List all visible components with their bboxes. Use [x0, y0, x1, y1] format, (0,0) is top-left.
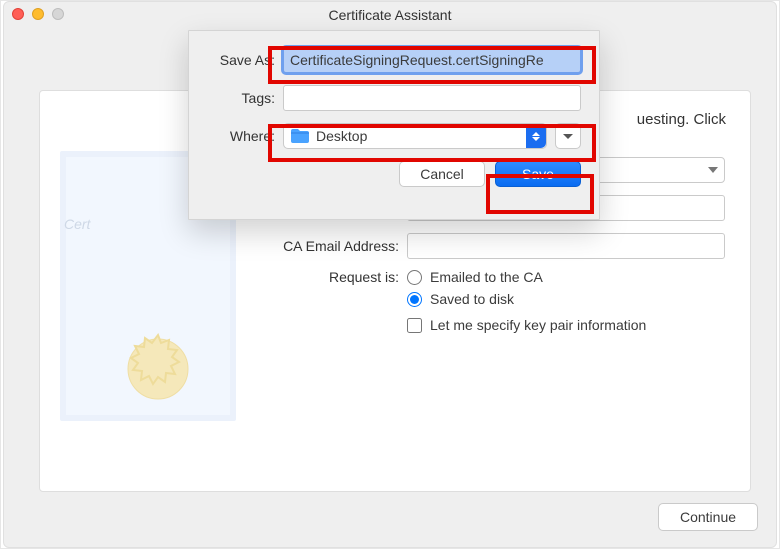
where-value: Desktop [316, 128, 367, 144]
request-saved-label: Saved to disk [430, 291, 514, 307]
cancel-button[interactable]: Cancel [399, 161, 485, 187]
request-is-label: Request is: [255, 269, 407, 285]
ca-email-label: CA Email Address: [255, 238, 407, 254]
where-dropdown[interactable]: Desktop [283, 123, 547, 149]
request-emailed-radio[interactable] [407, 270, 422, 285]
continue-button[interactable]: Continue [658, 503, 758, 531]
titlebar: Certificate Assistant [4, 2, 776, 28]
specify-keypair-checkbox[interactable] [407, 318, 422, 333]
specify-keypair-label: Let me specify key pair information [430, 317, 646, 333]
save-sheet: Save As: Tags: Where: Desktop [188, 30, 600, 220]
save-as-label: Save As: [207, 52, 283, 68]
chevron-down-icon [563, 134, 573, 139]
save-button-label: Save [522, 166, 554, 182]
window-title: Certificate Assistant [329, 7, 452, 23]
disclose-button[interactable] [555, 123, 581, 149]
tags-field[interactable] [283, 85, 581, 111]
folder-icon [290, 128, 310, 144]
close-window-button[interactable] [12, 8, 24, 20]
ca-email-field[interactable] [407, 233, 725, 259]
request-emailed-option[interactable]: Emailed to the CA [407, 269, 646, 285]
tags-label: Tags: [207, 90, 283, 106]
minimize-window-button[interactable] [32, 8, 44, 20]
request-saved-option[interactable]: Saved to disk [407, 291, 646, 307]
seal-icon [118, 329, 198, 409]
cancel-button-label: Cancel [420, 166, 464, 182]
window-controls [12, 8, 64, 20]
specify-keypair-option[interactable]: Let me specify key pair information [407, 317, 646, 333]
save-button[interactable]: Save [495, 161, 581, 187]
svg-text:Cert: Cert [64, 216, 92, 232]
save-as-field[interactable] [283, 47, 581, 73]
request-emailed-label: Emailed to the CA [430, 269, 543, 285]
zoom-window-button[interactable] [52, 8, 64, 20]
instruction-fragment: uesting. Click [637, 111, 726, 128]
request-saved-radio[interactable] [407, 292, 422, 307]
where-label: Where: [207, 128, 283, 144]
continue-button-label: Continue [680, 509, 736, 525]
assistant-window: Certificate Assistant uesting. Click Cer… [3, 1, 777, 548]
stepper-arrows-icon [526, 124, 546, 148]
